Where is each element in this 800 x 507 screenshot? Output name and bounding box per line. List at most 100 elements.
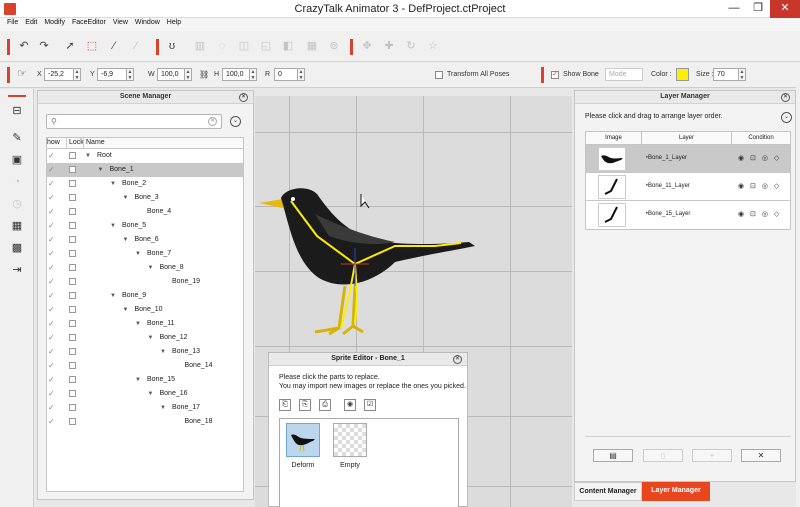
- export-icon[interactable]: ⇥: [10, 263, 24, 277]
- tree-row[interactable]: ▼ ✓ Bone_2: [47, 177, 243, 191]
- tree-row[interactable]: ▼ ✓ Bone_3: [47, 191, 243, 205]
- menu-window[interactable]: Window: [128, 18, 160, 26]
- chevron-down-icon[interactable]: ⌄: [230, 116, 241, 127]
- show-check-icon[interactable]: ✓: [48, 278, 55, 286]
- lock-checkbox[interactable]: [69, 320, 76, 327]
- menu-faceeditor[interactable]: FaceEditor: [65, 18, 106, 26]
- y-field[interactable]: -6,9: [97, 68, 127, 81]
- sprite-grid-icon[interactable]: ▦: [10, 219, 24, 233]
- show-check-icon[interactable]: ✓: [48, 376, 55, 384]
- expand-arrow-icon[interactable]: ▼: [148, 331, 154, 345]
- minimize-button[interactable]: —: [722, 0, 746, 18]
- close-icon[interactable]: ✕: [453, 355, 462, 364]
- size-field[interactable]: 70: [713, 68, 739, 81]
- transform-all-checkbox[interactable]: [435, 71, 443, 79]
- lock-checkbox[interactable]: [69, 152, 76, 159]
- lock-checkbox[interactable]: [69, 334, 76, 341]
- expand-arrow-icon[interactable]: ▼: [148, 261, 154, 275]
- select-arrow-icon[interactable]: ➚: [63, 39, 77, 53]
- r-stepper[interactable]: ▲ ▼: [298, 68, 305, 81]
- show-check-icon[interactable]: ✓: [48, 208, 55, 216]
- menu-edit[interactable]: Edit: [18, 18, 37, 26]
- tab-layer-manager[interactable]: Layer Manager: [642, 482, 710, 501]
- h-stepper[interactable]: ▲ ▼: [250, 68, 257, 81]
- tree-row[interactable]: ▼ ✓ Bone_10: [47, 303, 243, 317]
- expand-arrow-icon[interactable]: ▼: [160, 345, 166, 359]
- col-name[interactable]: Name: [83, 138, 105, 148]
- show-check-icon[interactable]: ✓: [48, 250, 55, 258]
- layer-condition-icons[interactable]: ◉ ⊡ ◎ ◇: [738, 154, 781, 162]
- brush-icon[interactable]: ⁄: [107, 39, 121, 53]
- x-field[interactable]: -25,2: [44, 68, 74, 81]
- lock-checkbox[interactable]: [69, 208, 76, 215]
- undo-icon[interactable]: ↶: [17, 39, 31, 53]
- show-check-icon[interactable]: ✓: [48, 222, 55, 230]
- show-check-icon[interactable]: ✓: [48, 362, 55, 370]
- show-check-icon[interactable]: ✓: [48, 194, 55, 202]
- tree-row[interactable]: ▼ ✓ Bone_17: [47, 401, 243, 415]
- show-check-icon[interactable]: ✓: [48, 264, 55, 272]
- replace-image-icon[interactable]: ⎙: [319, 399, 331, 411]
- search-input[interactable]: ⚲ ✕: [46, 114, 222, 129]
- link-icon[interactable]: ⛓: [199, 70, 209, 79]
- expand-arrow-icon[interactable]: ▼: [160, 401, 166, 415]
- show-check-icon[interactable]: ✓: [48, 320, 55, 328]
- y-stepper[interactable]: ▲ ▼: [127, 68, 134, 81]
- layer-row[interactable]: ▸ Bone_11_Layer ◉ ⊡ ◎ ◇: [586, 173, 790, 201]
- tree-row[interactable]: ▼ ✓ Bone_13: [47, 345, 243, 359]
- expand-arrow-icon[interactable]: ▼: [123, 303, 129, 317]
- lock-checkbox[interactable]: [69, 278, 76, 285]
- layer-grid-icon[interactable]: ▩: [10, 241, 24, 255]
- show-check-icon[interactable]: ✓: [48, 404, 55, 412]
- tree-row[interactable]: ▼ ✓ Bone_7: [47, 247, 243, 261]
- lock-checkbox[interactable]: [69, 362, 76, 369]
- preview-icon[interactable]: ◉: [344, 399, 356, 411]
- show-check-icon[interactable]: ✓: [48, 236, 55, 244]
- tree-row[interactable]: ▼ ✓ Bone_6: [47, 233, 243, 247]
- expand-arrow-icon[interactable]: ▼: [110, 177, 116, 191]
- lock-checkbox[interactable]: [69, 194, 76, 201]
- bone-color-swatch[interactable]: [676, 68, 689, 81]
- tree-row[interactable]: ✓ Bone_18: [47, 415, 243, 429]
- show-check-icon[interactable]: ✓: [48, 348, 55, 356]
- r-field[interactable]: 0: [274, 68, 298, 81]
- tree-row[interactable]: ▼ ✓ Bone_11: [47, 317, 243, 331]
- show-check-icon[interactable]: ✓: [48, 180, 55, 188]
- show-bone-checkbox[interactable]: ✓: [551, 71, 559, 79]
- tab-content-manager[interactable]: Content Manager: [574, 482, 642, 501]
- menu-view[interactable]: View: [106, 18, 128, 26]
- tree-row[interactable]: ▼ ✓ Root: [47, 149, 243, 163]
- expand-arrow-icon[interactable]: ▼: [135, 317, 141, 331]
- w-stepper[interactable]: ▲ ▼: [185, 68, 192, 81]
- show-check-icon[interactable]: ✓: [48, 418, 55, 426]
- tree-row[interactable]: ▼ ✓ Bone_15: [47, 373, 243, 387]
- tree-row[interactable]: ✓ Bone_4: [47, 205, 243, 219]
- tree-row[interactable]: ▼ ✓ Bone_12: [47, 331, 243, 345]
- import-image-icon[interactable]: ⎗: [279, 399, 291, 411]
- frame-icon[interactable]: ▣: [10, 153, 24, 167]
- show-check-icon[interactable]: ✓: [48, 292, 55, 300]
- menu-help[interactable]: Help: [160, 18, 181, 26]
- expand-arrow-icon[interactable]: ▼: [85, 149, 91, 163]
- sprite-thumb-deform[interactable]: [286, 423, 320, 457]
- redo-icon[interactable]: ↷: [37, 39, 51, 53]
- lock-checkbox[interactable]: [69, 236, 76, 243]
- maximize-button[interactable]: ❐: [746, 0, 770, 18]
- expand-arrow-icon[interactable]: ▼: [135, 247, 141, 261]
- lock-checkbox[interactable]: [69, 166, 76, 173]
- h-field[interactable]: 100,0: [222, 68, 250, 81]
- lock-checkbox[interactable]: [69, 404, 76, 411]
- tree-row[interactable]: ✓ Bone_14: [47, 359, 243, 373]
- lock-checkbox[interactable]: [69, 222, 76, 229]
- expand-arrow-icon[interactable]: ▼: [110, 219, 116, 233]
- menu-modify[interactable]: Modify: [37, 18, 65, 26]
- tree-row[interactable]: ✓ Bone_19: [47, 275, 243, 289]
- tree-row[interactable]: ▼ ✓ Bone_16: [47, 387, 243, 401]
- scene-icon[interactable]: ⊟: [10, 104, 24, 118]
- layer-row[interactable]: ▸ Bone_1_Layer ◉ ⊡ ◎ ◇: [586, 145, 790, 173]
- show-check-icon[interactable]: ✓: [48, 166, 55, 174]
- expand-arrow-icon[interactable]: ▼: [123, 233, 129, 247]
- clear-search-icon[interactable]: ✕: [208, 117, 217, 126]
- sprite-thumb-empty[interactable]: [333, 423, 367, 457]
- brush-tool-icon[interactable]: ✎: [10, 131, 24, 145]
